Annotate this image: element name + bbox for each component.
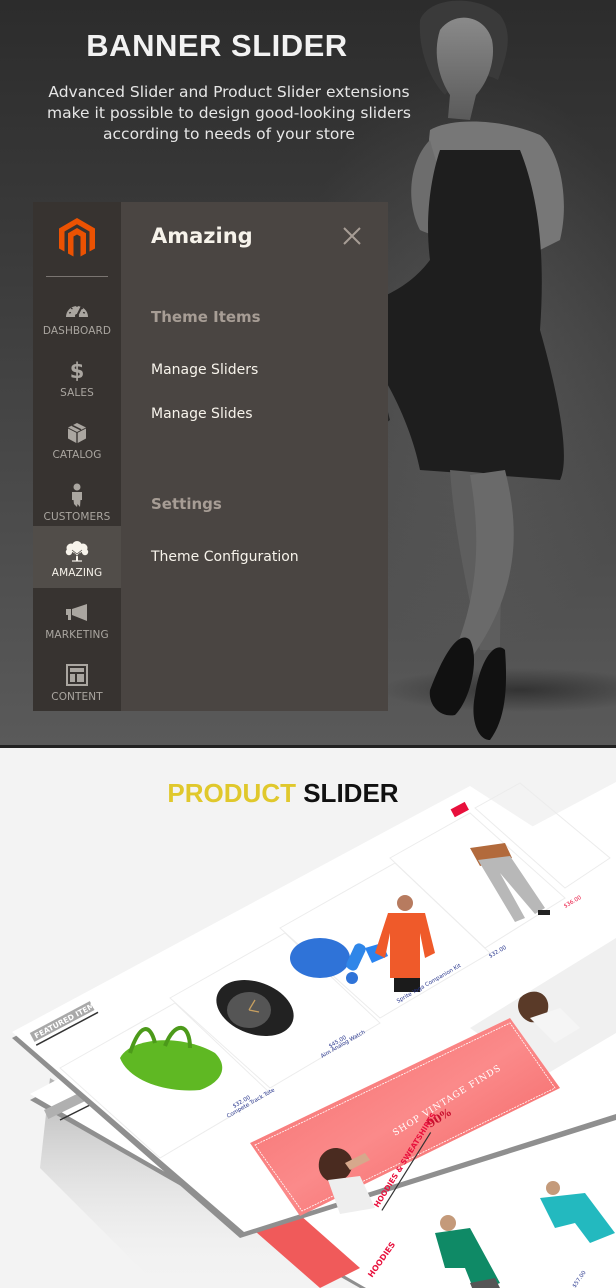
banner-slider-section: BANNER SLIDER Advanced Slider and Produc… xyxy=(0,0,616,747)
store-mockup-illustration: HOODIES FEATURED ITEMS $32.00 Compete Tr… xyxy=(12,782,616,1288)
banner-subtitle-line: according to needs of your store xyxy=(103,125,355,143)
flyout-title: Amazing xyxy=(151,224,253,248)
theme-configuration-link[interactable]: Theme Configuration xyxy=(151,549,299,565)
sidebar-item-dashboard[interactable]: DASHBOARD xyxy=(33,284,121,346)
sidebar-item-sales[interactable]: $ SALES xyxy=(33,346,121,408)
sidebar-item-label: CATALOG xyxy=(52,449,102,461)
banner-subtitle-line: make it possible to design good-looking … xyxy=(47,104,411,122)
flyout-section-heading: Settings xyxy=(151,495,222,513)
close-icon[interactable] xyxy=(340,224,364,248)
flyout-section-heading: Theme Items xyxy=(151,308,261,326)
sidebar-item-label: AMAZING xyxy=(51,567,103,579)
sidebar-item-label: DASHBOARD xyxy=(42,325,112,337)
banner-title: BANNER SLIDER xyxy=(86,28,348,63)
banner-subtitle: Advanced Slider and Product Slider exten… xyxy=(24,82,434,145)
person-icon xyxy=(33,483,121,507)
dollar-icon: $ xyxy=(69,359,85,383)
banner-subtitle-line: Advanced Slider and Product Slider exten… xyxy=(48,83,410,101)
sidebar-item-customers[interactable]: CUSTOMERS xyxy=(33,470,121,532)
amazing-flyout-menu: Amazing Theme Items Manage Sliders Manag… xyxy=(121,202,388,711)
manage-sliders-link[interactable]: Manage Sliders xyxy=(151,362,258,378)
megaphone-icon xyxy=(33,602,121,624)
sidebar-item-content[interactable]: CONTENT xyxy=(33,650,121,712)
tree-icon xyxy=(33,540,121,562)
product-slider-section: PRODUCT SLIDER HOODIES FEATURED ITEMS $3… xyxy=(0,748,616,1288)
admin-sidebar: DASHBOARD $ SALES CATALOG CUSTOMERS AMAZ… xyxy=(33,202,121,711)
dashboard-gauge-icon xyxy=(33,298,121,320)
sidebar-item-label: CUSTOMERS xyxy=(43,511,111,523)
sidebar-item-label: SALES xyxy=(60,387,94,399)
magento-logo-icon[interactable] xyxy=(58,218,96,258)
layout-icon xyxy=(33,664,121,686)
sidebar-item-catalog[interactable]: CATALOG xyxy=(33,408,121,470)
logo-divider xyxy=(46,276,108,277)
sidebar-item-label: CONTENT xyxy=(51,691,103,703)
box-icon xyxy=(33,422,121,444)
sidebar-item-amazing[interactable]: AMAZING xyxy=(33,526,121,588)
sidebar-item-marketing[interactable]: MARKETING xyxy=(33,588,121,650)
manage-slides-link[interactable]: Manage Slides xyxy=(151,406,253,422)
sidebar-item-label: MARKETING xyxy=(45,629,109,641)
